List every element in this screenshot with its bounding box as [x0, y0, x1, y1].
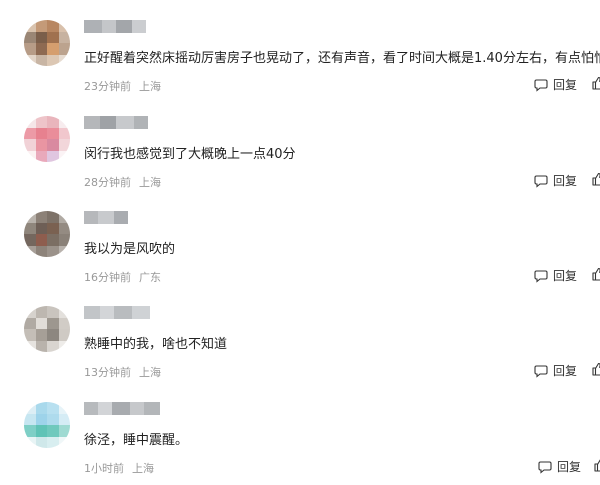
comment-time: 1小时前: [84, 462, 124, 475]
comment-item: 我以为是风吹的 16分钟前 广东 回复: [0, 211, 600, 307]
reply-button[interactable]: 回复: [534, 362, 577, 379]
comment-meta: 1小时前 上海: [84, 460, 154, 476]
comment-time: 28分钟前: [84, 176, 131, 189]
avatar[interactable]: [24, 211, 70, 257]
comment-item: 闵行我也感觉到了大概晚上一点40分 28分钟前 上海 回复: [0, 116, 600, 212]
avatar[interactable]: [24, 116, 70, 162]
reply-label: 回复: [553, 364, 578, 378]
like-icon[interactable]: [592, 172, 600, 186]
like-icon[interactable]: [592, 76, 600, 90]
comment-meta: 16分钟前 广东: [84, 269, 161, 285]
reply-icon: [538, 460, 552, 474]
comment-time: 16分钟前: [84, 271, 131, 284]
comment-time: 13分钟前: [84, 366, 131, 379]
comment-location: 广东: [139, 271, 161, 284]
like-icon[interactable]: [592, 267, 600, 281]
comment-location: 上海: [139, 176, 161, 189]
comment-meta: 28分钟前 上海: [84, 174, 161, 190]
comment-meta: 23分钟前 上海: [84, 78, 161, 94]
reply-label: 回复: [557, 460, 582, 474]
reply-label: 回复: [553, 78, 578, 92]
comment-meta: 13分钟前 上海: [84, 364, 161, 380]
reply-button[interactable]: 回复: [534, 76, 577, 93]
comment-text: 我以为是风吹的: [84, 242, 176, 257]
reply-label: 回复: [553, 174, 578, 188]
reply-button[interactable]: 回复: [534, 172, 577, 189]
like-icon[interactable]: [594, 458, 600, 472]
avatar[interactable]: [24, 402, 70, 448]
comment-time: 23分钟前: [84, 80, 131, 93]
reply-icon: [534, 174, 548, 188]
reply-label: 回复: [553, 269, 578, 283]
username-blurred[interactable]: [84, 116, 148, 129]
comment-text: 熟睡中的我，啥也不知道: [84, 337, 228, 352]
username-blurred[interactable]: [84, 402, 160, 415]
comment-location: 上海: [132, 462, 154, 475]
comment-list: 正好醒着突然床摇动厉害房子也晃动了，还有声音，看了时间大概是1.40分左右，有点…: [0, 0, 600, 485]
avatar[interactable]: [24, 306, 70, 352]
comment-location: 上海: [139, 80, 161, 93]
comment-item: 徐泾，睡中震醒。 1小时前 上海 回复: [0, 402, 600, 485]
username-blurred[interactable]: [84, 20, 146, 33]
username-blurred[interactable]: [84, 306, 150, 319]
comment-text: 徐泾，睡中震醒。: [84, 433, 189, 448]
like-icon[interactable]: [592, 362, 600, 376]
comment-location: 上海: [139, 366, 161, 379]
comment-item: 正好醒着突然床摇动厉害房子也晃动了，还有声音，看了时间大概是1.40分左右，有点…: [0, 20, 600, 116]
comment-item: 熟睡中的我，啥也不知道 13分钟前 上海 回复: [0, 306, 600, 402]
comment-text: 正好醒着突然床摇动厉害房子也晃动了，还有声音，看了时间大概是1.40分左右，有点…: [84, 51, 600, 66]
reply-icon: [534, 78, 548, 92]
reply-icon: [534, 269, 548, 283]
reply-button[interactable]: 回复: [534, 267, 577, 284]
reply-icon: [534, 364, 548, 378]
avatar[interactable]: [24, 20, 70, 66]
comment-text: 闵行我也感觉到了大概晚上一点40分: [84, 147, 296, 162]
username-blurred[interactable]: [84, 211, 128, 224]
reply-button[interactable]: 回复: [538, 458, 581, 475]
